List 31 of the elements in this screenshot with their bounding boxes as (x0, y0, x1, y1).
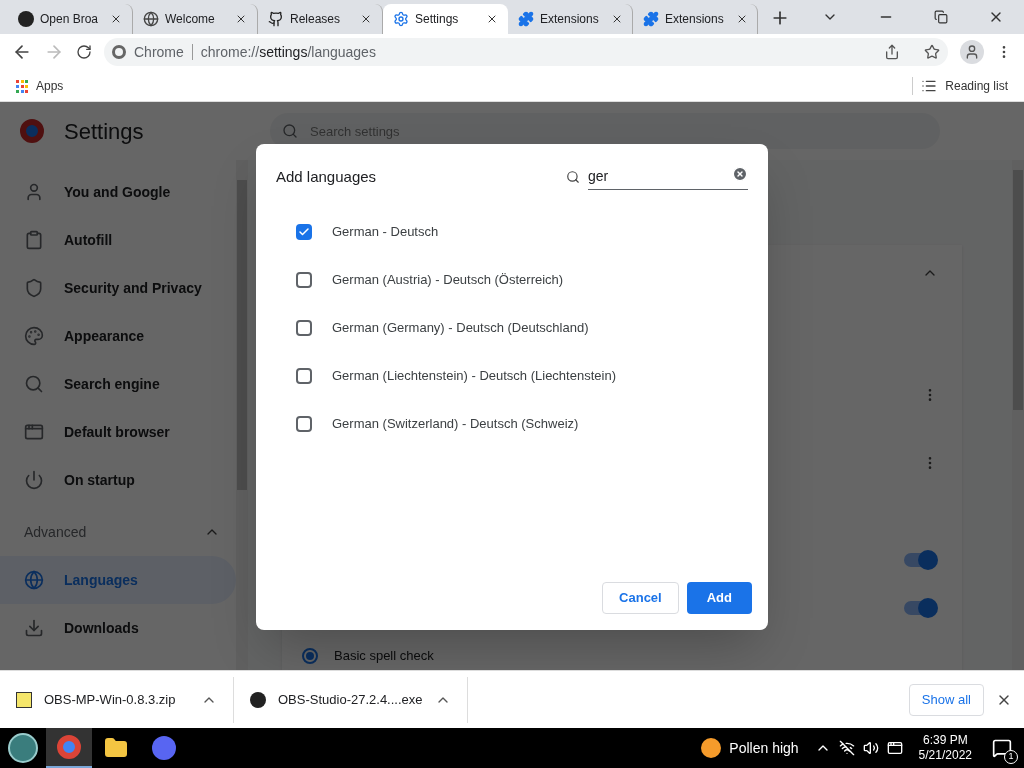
browser-tab[interactable]: Welcome (133, 4, 258, 34)
tab-title: Open Broa (40, 11, 99, 28)
download-item[interactable]: OBS-MP-Win-0.8.3.zip (0, 676, 234, 723)
language-label: German (Switzerland) - Deutsch (Schweiz) (332, 415, 579, 434)
tab-title: Extensions (665, 11, 724, 28)
cancel-button[interactable]: Cancel (602, 582, 679, 614)
language-label: German (Austria) - Deutsch (Österreich) (332, 271, 564, 290)
tab-title: Extensions (540, 11, 599, 28)
show-all-button[interactable]: Show all (908, 683, 984, 716)
add-button[interactable]: Add (686, 582, 752, 614)
site-label: Chrome (134, 42, 184, 62)
tab-title: Settings (415, 11, 459, 28)
browser-tab[interactable]: Extensions (508, 4, 633, 34)
download-item[interactable]: OBS-Studio-27.2.4....exe (234, 676, 468, 723)
page-title: Settings (64, 117, 144, 146)
language-label: German - Deutsch (332, 223, 439, 242)
browser-tab[interactable]: Extensions (633, 4, 758, 34)
tab-title: Releases (290, 11, 341, 28)
url-text: chrome://settings/languages (200, 42, 376, 62)
reading-list-button[interactable]: Reading list (912, 76, 1008, 95)
language-label: German (Germany) - Deutsch (Deutschland) (332, 319, 589, 338)
browser-tab[interactable]: Open Broa (8, 4, 133, 34)
browser-tab[interactable]: Settings (383, 4, 508, 34)
tab-title: Welcome (165, 11, 215, 28)
language-label: German (Liechtenstein) - Deutsch (Liechtenstein) (332, 367, 616, 386)
clock[interactable]: 6:39 PM 5/21/2022 (910, 733, 980, 763)
notification-count: 1 (1004, 750, 1018, 764)
weather-label[interactable]: Pollen high (729, 737, 799, 759)
dialog-title: Add languages (276, 166, 377, 187)
address-bar[interactable]: Chrome chrome://settings/languages (104, 38, 948, 66)
apps-shortcut[interactable]: Apps (16, 76, 64, 95)
